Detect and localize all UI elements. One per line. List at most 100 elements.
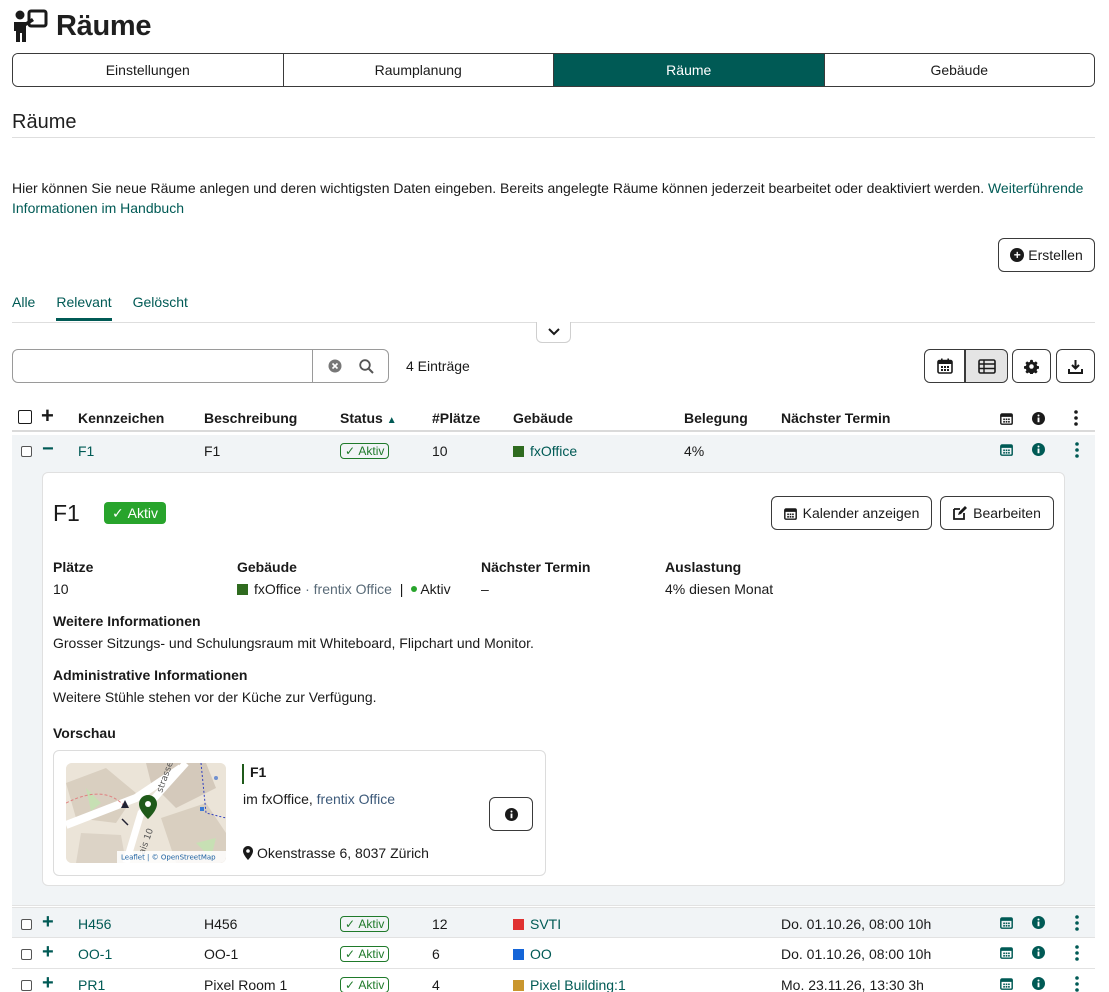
col-status[interactable]: Status ▲ — [340, 410, 397, 426]
building-color-swatch — [237, 584, 248, 595]
row-gebaeude[interactable]: Pixel Building:1 — [513, 977, 626, 992]
col-kennzeichen[interactable]: Kennzeichen — [78, 410, 164, 426]
row-beschreibung: F1 — [204, 443, 221, 459]
status-badge: ✓ Aktiv — [340, 916, 390, 932]
termin-label: Nächster Termin — [481, 559, 591, 575]
row-kennzeichen[interactable]: H456 — [78, 916, 111, 932]
gear-icon — [1024, 359, 1039, 374]
row-checkbox[interactable] — [21, 980, 32, 991]
collapse-row-icon[interactable]: − — [42, 438, 54, 460]
calendar-icon — [1000, 413, 1013, 425]
select-all-checkbox[interactable] — [18, 410, 32, 424]
search-icon[interactable] — [358, 358, 374, 374]
info-icon[interactable] — [1032, 946, 1045, 959]
row-gebaeude[interactable]: fxOffice — [513, 443, 577, 459]
settings-button[interactable] — [1012, 349, 1051, 383]
calendar-icon[interactable] — [1000, 916, 1013, 929]
info-icon[interactable] — [1032, 916, 1045, 929]
preview-in-text: im fxOffice, — [243, 791, 313, 807]
preview-building-link[interactable]: frentix Office — [317, 791, 395, 807]
info-label: Weitere Informationen — [53, 613, 201, 629]
row-belegung: 4% — [684, 443, 705, 459]
check-icon: ✓ — [345, 947, 359, 961]
map-image: strasse ais 10 Leaflet | © OpenStreetMap — [66, 763, 226, 863]
edit-icon — [953, 506, 968, 520]
tab-gebaeude[interactable]: Gebäude — [824, 54, 1094, 86]
more-vertical-icon[interactable] — [1075, 915, 1079, 931]
info-icon — [504, 807, 518, 821]
plus-circle-icon: + — [1010, 248, 1025, 262]
detail-title: F1 — [53, 500, 80, 526]
gebaeude-name: fxOffice — [254, 581, 302, 597]
admin-value: Weitere Stühle stehen vor der Küche zur … — [53, 689, 377, 705]
calendar-icon[interactable] — [1000, 977, 1013, 990]
table-row[interactable]: + PR1 Pixel Room 1 ✓ Aktiv 4 Pixel Build… — [12, 969, 1095, 992]
download-button[interactable] — [1056, 349, 1095, 383]
tab-raumplanung[interactable]: Raumplanung — [283, 54, 554, 86]
expand-filter-toggle[interactable] — [536, 322, 571, 343]
calendar-icon[interactable] — [1000, 443, 1013, 456]
preview-location: im fxOffice, frentix Office — [243, 791, 395, 807]
gebaeude-value: fxOffice · frentix Office | Aktiv — [237, 581, 451, 597]
gebaeude-sub: · frentix Office — [305, 581, 392, 597]
calendar-icon — [783, 507, 797, 520]
filter-tab-alle[interactable]: Alle — [12, 292, 35, 321]
tab-einstellungen[interactable]: Einstellungen — [13, 54, 284, 86]
row-plaetze: 10 — [432, 443, 448, 459]
table-row[interactable]: + OO-1 OO-1 ✓ Aktiv 6 OO Do. 01.10.26, 0… — [12, 938, 1095, 969]
row-kennzeichen[interactable]: PR1 — [78, 977, 105, 992]
expand-all-icon[interactable]: + — [41, 404, 54, 428]
clear-search-icon[interactable] — [328, 359, 342, 373]
row-kennzeichen[interactable]: OO-1 — [78, 946, 112, 962]
more-vertical-icon[interactable] — [1075, 976, 1079, 992]
building-color-swatch — [513, 980, 524, 991]
detail-status-label: Aktiv — [127, 505, 158, 521]
expand-row-icon[interactable]: + — [42, 972, 54, 992]
map-pin-icon — [243, 846, 253, 860]
filter-tab-geloescht[interactable]: Gelöscht — [133, 292, 188, 321]
status-badge-label: Aktiv — [358, 978, 385, 992]
col-plaetze[interactable]: #Plätze — [432, 410, 480, 426]
col-termin[interactable]: Nächster Termin — [781, 410, 890, 426]
status-dot-icon — [411, 586, 418, 592]
more-vertical-icon[interactable] — [1075, 442, 1079, 458]
info-icon[interactable] — [1032, 977, 1045, 990]
map-preview[interactable]: strasse ais 10 Leaflet | © OpenStreetMap — [66, 763, 226, 863]
table-row[interactable]: + H456 H456 ✓ Aktiv 12 SVTI Do. 01.10.26… — [12, 907, 1095, 938]
show-calendar-button[interactable]: Kalender anzeigen — [771, 496, 932, 530]
row-gebaeude[interactable]: OO — [513, 946, 552, 962]
auslastung-label: Auslastung — [665, 559, 742, 575]
preview-info-button[interactable] — [489, 797, 533, 831]
filter-tab-relevant[interactable]: Relevant — [56, 292, 112, 321]
col-belegung[interactable]: Belegung — [684, 410, 748, 426]
col-gebaeude[interactable]: Gebäude — [513, 410, 573, 426]
col-beschreibung[interactable]: Beschreibung — [204, 410, 297, 426]
table-row[interactable]: − F1 F1 ✓ Aktiv 10 fxOffice 4% — [12, 435, 1095, 466]
filter-tabs: Alle Relevant Gelöscht — [12, 292, 209, 321]
calendar-icon[interactable] — [1000, 946, 1013, 959]
create-button[interactable]: + Erstellen — [998, 238, 1095, 272]
row-kennzeichen[interactable]: F1 — [78, 443, 94, 459]
row-gebaeude[interactable]: SVTI — [513, 916, 561, 932]
building-color-swatch — [513, 919, 524, 930]
room-presenter-icon — [14, 9, 48, 42]
expand-row-icon[interactable]: + — [42, 911, 54, 933]
row-checkbox[interactable] — [21, 446, 32, 457]
row-checkbox[interactable] — [21, 949, 32, 960]
edit-button[interactable]: Bearbeiten — [940, 496, 1054, 530]
check-icon: ✓ — [345, 444, 359, 458]
chevron-down-icon — [547, 328, 560, 336]
table-view-button[interactable] — [965, 349, 1008, 383]
termin-value: – — [481, 581, 489, 597]
col-status-label: Status — [340, 410, 383, 426]
admin-label: Administrative Informationen — [53, 667, 248, 683]
calendar-view-button[interactable] — [924, 349, 965, 383]
intro-text: Hier können Sie neue Räume anlegen und d… — [12, 178, 1092, 218]
row-checkbox[interactable] — [21, 919, 32, 930]
tab-raeume[interactable]: Räume — [554, 54, 825, 86]
more-vertical-icon[interactable] — [1075, 945, 1079, 961]
more-vertical-icon[interactable] — [1074, 410, 1078, 426]
info-icon[interactable] — [1032, 443, 1045, 456]
search-input[interactable] — [12, 349, 313, 383]
expand-row-icon[interactable]: + — [42, 941, 54, 963]
